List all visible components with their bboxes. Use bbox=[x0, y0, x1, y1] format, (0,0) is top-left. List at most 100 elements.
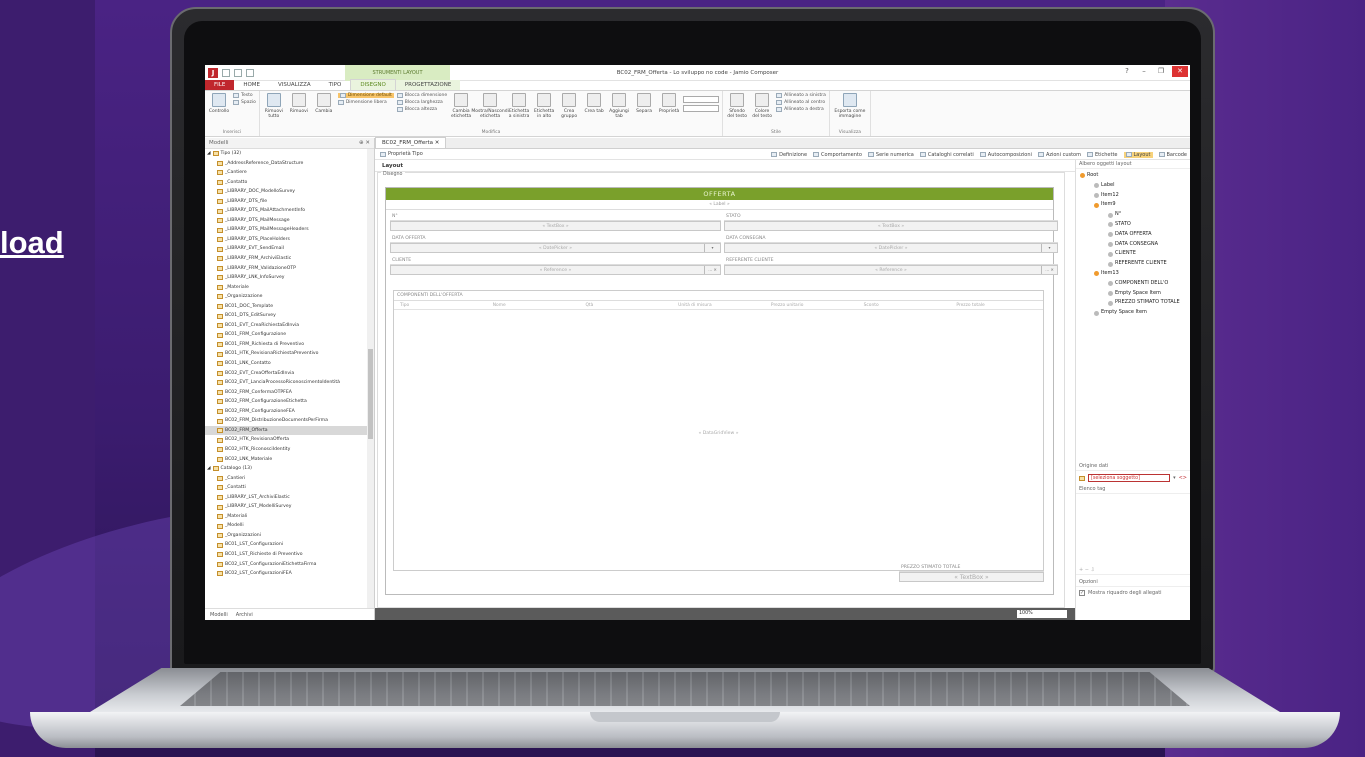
toolstrip-azioni-custom[interactable]: Azioni custom bbox=[1037, 152, 1081, 158]
tree-group[interactable]: ◢ Catalogo (13) bbox=[205, 464, 367, 474]
tree-group[interactable]: ◢ Tipo (32) bbox=[205, 149, 367, 159]
allinea-destra-button[interactable]: Allineato a destra bbox=[776, 107, 826, 112]
tree-item[interactable]: BC02_EVT_LanciaProcessoRiconoscimentoIde… bbox=[205, 378, 367, 388]
tab-tipo[interactable]: TIPO bbox=[320, 80, 351, 90]
layout-tree-node[interactable]: Item13 bbox=[1076, 269, 1190, 279]
height-input[interactable] bbox=[683, 105, 720, 112]
document-tab[interactable]: BC02_FRM_Offerta ✕ bbox=[375, 137, 447, 148]
layout-tree-node[interactable]: STATO bbox=[1076, 220, 1190, 230]
tree-item[interactable]: BC02_FRM_ConfermaOTPFEA bbox=[205, 388, 367, 398]
tab-home[interactable]: HOME bbox=[234, 80, 269, 90]
tree-item[interactable]: _LIBRARY_LST_ModelliSurvey bbox=[205, 502, 367, 512]
tree-item[interactable]: _Materiale bbox=[205, 283, 367, 293]
dimensione-libera-button[interactable]: Dimensione libera bbox=[337, 100, 394, 105]
expand-arrow-icon[interactable]: ◢ bbox=[207, 149, 211, 159]
esporta-immagine-button[interactable]: Esporta come immagine bbox=[833, 93, 867, 127]
tree-item[interactable]: BC01_EVT_CreaRichiestaEdInvia bbox=[205, 321, 367, 331]
tree-item[interactable]: BC01_FRM_Configurazione bbox=[205, 330, 367, 340]
tree-item[interactable]: BC02_LST_ConfigurazioniFEA bbox=[205, 569, 367, 579]
tree-item[interactable]: _LIBRARY_DTS_MailMessage bbox=[205, 216, 367, 226]
tree-item[interactable]: BC02_FRM_DistribuzioneDocumentsPerFirma bbox=[205, 416, 367, 426]
grid-column-header[interactable]: Qtà bbox=[579, 301, 672, 309]
tree-item[interactable]: BC02_FRM_Offerta bbox=[205, 425, 367, 436]
tree-item[interactable]: _Materiali bbox=[205, 512, 367, 522]
field-prezzo-totale[interactable]: PREZZO STIMATO TOTALE « TextBox » bbox=[899, 563, 1044, 582]
testo-button[interactable]: Testo bbox=[233, 93, 256, 98]
field-data-offerta[interactable]: DATA OFFERTA « DatePicker » ▾ bbox=[390, 234, 721, 255]
layout-tree-node[interactable]: CLIENTE bbox=[1076, 249, 1190, 259]
tree-item[interactable]: BC02_HTK_RiconosciIdentity bbox=[205, 445, 367, 455]
toolstrip-layout[interactable]: Layout bbox=[1123, 151, 1153, 158]
expand-arrow-icon[interactable]: ◢ bbox=[207, 464, 211, 474]
toolstrip-definizione[interactable]: Definizione bbox=[771, 152, 807, 158]
minimize-button[interactable]: – bbox=[1138, 66, 1150, 77]
tree-item[interactable]: BC02_EVT_CreaOffertaEdInvia bbox=[205, 369, 367, 379]
origine-dati-select[interactable]: [seleziona soggetto] bbox=[1088, 474, 1171, 482]
rimuovi-button[interactable]: Rimuovi bbox=[288, 93, 310, 127]
layout-tree-node[interactable]: PREZZO STIMATO TOTALE bbox=[1076, 298, 1190, 308]
tab-disegno[interactable]: DISEGNO bbox=[350, 79, 396, 90]
tree-item[interactable]: BC02_HTK_RevisionaOfferta bbox=[205, 435, 367, 445]
models-scrollbar[interactable] bbox=[367, 149, 374, 608]
blocca-dimensione-button[interactable]: Blocca dimensione bbox=[396, 93, 447, 98]
tree-item[interactable]: _LIBRARY_DOC_ModelloSurvey bbox=[205, 187, 367, 197]
separa-button[interactable]: Separa bbox=[633, 93, 655, 127]
tree-item[interactable]: _Modelli bbox=[205, 521, 367, 531]
width-input[interactable] bbox=[683, 96, 720, 103]
layout-tree-node[interactable]: N° bbox=[1076, 210, 1190, 220]
crea-tab-button[interactable]: Crea tab bbox=[583, 93, 605, 127]
tree-item[interactable]: _LIBRARY_EVT_SendEmail bbox=[205, 244, 367, 254]
layout-tree-node[interactable]: COMPONENTI DELL'O bbox=[1076, 279, 1190, 289]
layout-tree-node[interactable]: Item9 bbox=[1076, 200, 1190, 210]
grid-column-header[interactable]: Prezzo totale bbox=[950, 301, 1043, 309]
tree-item[interactable]: BC01_LNK_Contatto bbox=[205, 359, 367, 369]
tree-item[interactable]: _LIBRARY_DTS_MailMessageHeaders bbox=[205, 225, 367, 235]
tree-item[interactable]: BC01_HTK_RevisionaRichiestaPreventivo bbox=[205, 349, 367, 359]
tree-item[interactable]: _Contatti bbox=[205, 483, 367, 493]
aggiungi-tab-button[interactable]: Aggiungi tab bbox=[608, 93, 630, 127]
grid-column-header[interactable]: Nome bbox=[487, 301, 580, 309]
layout-tree-node[interactable]: Root bbox=[1076, 171, 1190, 181]
rimuovi-tutto-button[interactable]: Rimuovi tutto bbox=[263, 93, 285, 127]
colore-testo-button[interactable]: Colore del testo bbox=[751, 93, 773, 127]
tree-item[interactable]: BC02_FRM_ConfigurazioneFEA bbox=[205, 407, 367, 417]
tree-item[interactable]: _LIBRARY_DTS_MailAttachmentInfo bbox=[205, 206, 367, 216]
tree-item[interactable]: BC02_LNK_Materiale bbox=[205, 455, 367, 465]
field-data-consegna[interactable]: DATA CONSEGNA « DatePicker » ▾ bbox=[724, 234, 1058, 255]
allinea-centro-button[interactable]: Allineato al centro bbox=[776, 100, 826, 105]
tree-item[interactable]: BC01_LST_Richieste di Preventivo bbox=[205, 550, 367, 560]
cambia-button[interactable]: Cambia bbox=[313, 93, 335, 127]
tree-item[interactable]: _LIBRARY_FRM_ArchiviElastic bbox=[205, 254, 367, 264]
grid-column-header[interactable]: Tipo bbox=[394, 301, 487, 309]
tag-controls[interactable]: + − ⇩ bbox=[1076, 566, 1190, 575]
componenti-grid[interactable]: COMPONENTI DELL'OFFERTA Tipo Nome Qtà Unità… bbox=[393, 290, 1044, 571]
cambia-etichetta-button[interactable]: Cambia etichetta bbox=[450, 93, 472, 127]
field-nr[interactable]: N° « TextBox » bbox=[390, 212, 721, 233]
label-placeholder[interactable]: « Label » bbox=[386, 200, 1053, 210]
pin-close-icons[interactable]: ⊕ ✕ bbox=[359, 140, 370, 146]
tree-item[interactable]: _Contatto bbox=[205, 178, 367, 188]
tree-item[interactable]: BC01_LST_Configurazioni bbox=[205, 540, 367, 550]
close-button[interactable]: ✕ bbox=[1172, 66, 1188, 77]
field-referente-cliente[interactable]: REFERENTE CLIENTE « Reference »… ✕ bbox=[724, 256, 1058, 277]
layout-tree-node[interactable]: Empty Space Item bbox=[1076, 289, 1190, 299]
restore-button[interactable]: ❐ bbox=[1155, 66, 1167, 77]
sfondo-testo-button[interactable]: Sfondo del testo bbox=[726, 93, 748, 127]
layout-tree-node[interactable]: REFERENTE CLIENTE bbox=[1076, 259, 1190, 269]
tree-item[interactable]: _AddressReference_DataStructure bbox=[205, 159, 367, 169]
dropdown-arrow-icon[interactable]: ▾ bbox=[1173, 475, 1176, 481]
footer-tab-modelli[interactable]: Modelli bbox=[210, 612, 228, 618]
tree-item[interactable]: _LIBRARY_DTS_file bbox=[205, 197, 367, 207]
tree-item[interactable]: BC02_LST_ConfigurazioniEtichettaFirma bbox=[205, 560, 367, 570]
field-stato[interactable]: STATO « TextBox » bbox=[724, 212, 1058, 233]
toolstrip-cataloghi-correlati[interactable]: Cataloghi correlati bbox=[919, 152, 974, 158]
layout-tree-node[interactable]: Empty Space Item bbox=[1076, 308, 1190, 318]
help-icon[interactable]: ? bbox=[1121, 66, 1133, 77]
footer-tab-archivi[interactable]: Archivi bbox=[236, 612, 253, 618]
grid-column-header[interactable]: Unità di misura bbox=[672, 301, 765, 309]
tree-item[interactable]: BC01_FRM_Richiesta di Preventivo bbox=[205, 340, 367, 350]
tree-item[interactable]: BC01_DTS_EditSurvey bbox=[205, 311, 367, 321]
blocca-larghezza-button[interactable]: Blocca larghezza bbox=[396, 100, 447, 105]
tree-item[interactable]: _LIBRARY_DTS_PlaceHolders bbox=[205, 235, 367, 245]
crea-gruppo-button[interactable]: Crea gruppo bbox=[558, 93, 580, 127]
